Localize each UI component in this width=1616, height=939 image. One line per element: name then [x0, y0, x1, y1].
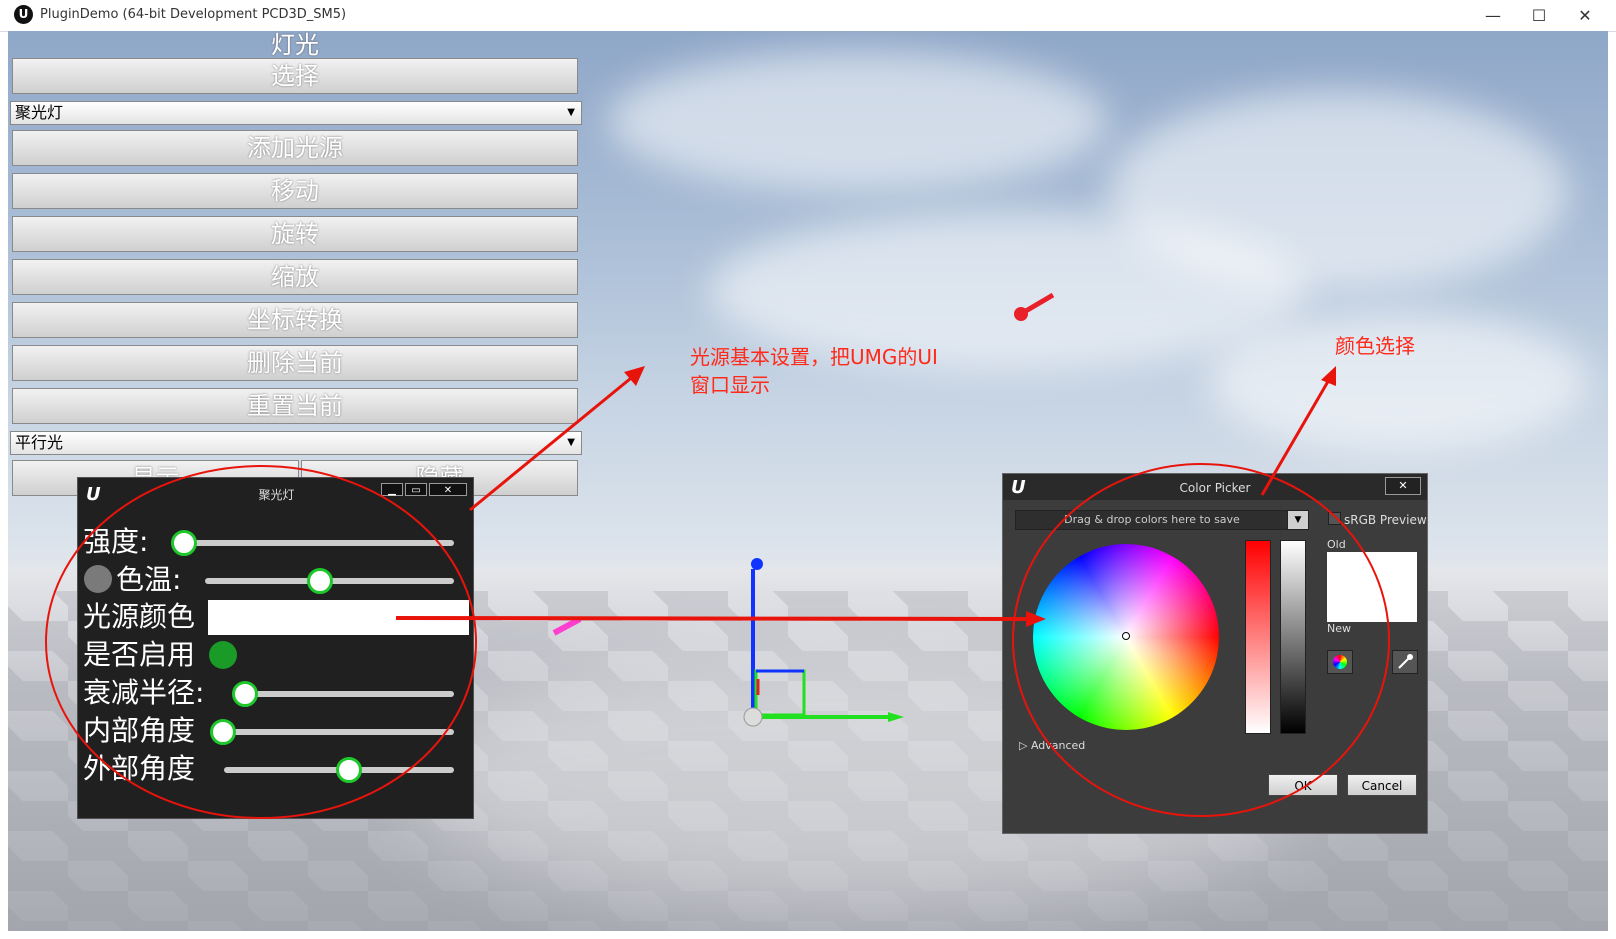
spotlight-settings-window: U 聚光灯 ▁ ▭ ✕ 强度: 色温: 光源颜色 是否启用 衰减半径: 内部角度…: [77, 477, 474, 819]
second-light-value: 平行光: [15, 433, 64, 452]
color-picker-title: Color Picker: [1179, 481, 1251, 495]
color-temp-toggle[interactable]: [84, 565, 112, 593]
lights-heading: 灯光: [271, 31, 319, 59]
enabled-label: 是否启用: [83, 638, 196, 671]
close-window-button[interactable]: ✕: [1562, 0, 1608, 31]
inner-angle-label: 内部角度: [83, 714, 196, 747]
attenuation-slider[interactable]: [233, 691, 454, 697]
window-maximize-button[interactable]: ▭: [405, 483, 427, 496]
eyedropper-icon[interactable]: [1392, 650, 1418, 674]
srgb-preview-label: sRGB Preview: [1344, 513, 1427, 527]
umg-note-line1: 光源基本设置，把UMG的UI: [690, 345, 938, 369]
intensity-label: 强度:: [83, 525, 149, 558]
coordinate-convert-button[interactable]: 坐标转换: [12, 302, 578, 338]
move-button[interactable]: 移动: [12, 173, 578, 209]
dropdown-arrow-icon: ▼: [567, 107, 575, 118]
spot-light-marker: [552, 616, 582, 636]
window-titlebar: U PluginDemo (64-bit Development PCD3D_S…: [0, 0, 1616, 32]
color-picker-window: U Color Picker ✕ Drag & drop colors here…: [1002, 473, 1428, 834]
enabled-toggle[interactable]: [209, 641, 237, 669]
color-wheel-icon[interactable]: [1327, 650, 1353, 674]
color-note: 颜色选择: [1335, 334, 1415, 358]
umg-note-line2: 窗口显示: [690, 373, 770, 397]
light-color-label: 光源颜色: [83, 600, 196, 633]
delete-current-button[interactable]: 删除当前: [12, 345, 578, 381]
saved-colors-dropzone[interactable]: Drag & drop colors here to save: [1015, 510, 1289, 530]
dropdown-arrow-icon[interactable]: ▼: [1287, 510, 1309, 530]
color-picker-close-button[interactable]: ✕: [1385, 477, 1421, 495]
unreal-logo-icon: U: [14, 5, 33, 24]
inner-angle-slider-knob[interactable]: [210, 719, 236, 745]
add-light-button[interactable]: 添加光源: [12, 130, 578, 166]
saturation-slider[interactable]: [1245, 540, 1271, 734]
gizmo-origin: [743, 707, 763, 727]
color-temp-label: 色温:: [116, 563, 182, 596]
new-color-label: New: [1327, 622, 1351, 635]
inner-angle-slider[interactable]: [213, 729, 454, 735]
window-close-button[interactable]: ✕: [429, 483, 467, 496]
second-light-combo[interactable]: 平行光 ▼: [10, 431, 582, 455]
scale-button[interactable]: 缩放: [12, 259, 578, 295]
maximize-button[interactable]: ☐: [1516, 0, 1562, 31]
rotate-button[interactable]: 旋转: [12, 216, 578, 252]
window-minimize-button[interactable]: ▁: [381, 483, 403, 496]
reset-current-button[interactable]: 重置当前: [12, 388, 578, 424]
ok-button[interactable]: OK: [1268, 774, 1338, 796]
attenuation-label: 衰减半径:: [83, 676, 205, 709]
color-picker-header: U Color Picker ✕: [1003, 474, 1427, 500]
intensity-slider-knob[interactable]: [171, 530, 197, 556]
old-color-label: Old: [1327, 538, 1346, 551]
srgb-preview-checkbox[interactable]: sRGB Preview: [1328, 512, 1427, 527]
minimize-button[interactable]: —: [1470, 0, 1516, 31]
gizmo-z-handle: [751, 558, 763, 570]
window-title: PluginDemo (64-bit Development PCD3D_SM5…: [40, 7, 347, 22]
light-type-combo[interactable]: 聚光灯 ▼: [10, 101, 582, 125]
light-type-value: 聚光灯: [15, 103, 64, 122]
advanced-toggle[interactable]: ▷ Advanced: [1019, 739, 1085, 752]
light-color-swatch[interactable]: [208, 600, 469, 635]
attenuation-slider-knob[interactable]: [232, 681, 258, 707]
color-temp-slider-knob[interactable]: [307, 568, 333, 594]
select-button[interactable]: 选择: [12, 58, 578, 94]
dropdown-arrow-icon: ▼: [567, 437, 575, 448]
old-new-color-preview: [1327, 552, 1417, 622]
value-slider[interactable]: [1280, 540, 1306, 734]
outer-angle-label: 外部角度: [83, 752, 196, 785]
outer-angle-slider-knob[interactable]: [336, 757, 362, 783]
intensity-slider[interactable]: [178, 540, 454, 546]
cancel-button[interactable]: Cancel: [1347, 774, 1417, 796]
directional-light-marker: [1014, 307, 1028, 321]
color-wheel-selector[interactable]: [1122, 632, 1130, 640]
